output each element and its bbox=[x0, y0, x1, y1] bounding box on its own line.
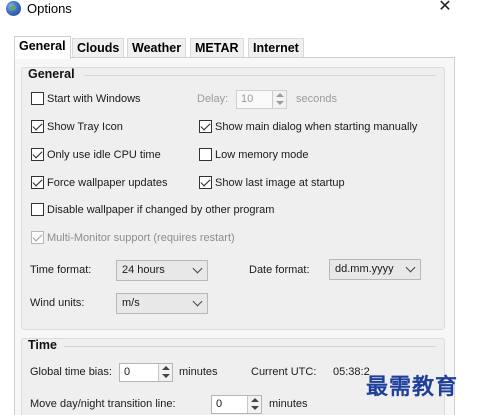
force-wallpaper-checkbox[interactable]: Force wallpaper updates bbox=[31, 176, 167, 189]
tab-clouds[interactable]: Clouds bbox=[72, 38, 125, 58]
time-format-label: Time format: bbox=[30, 264, 92, 276]
time-format-select[interactable]: 24 hours bbox=[116, 260, 208, 281]
spin-down-icon[interactable] bbox=[276, 101, 284, 105]
low-memory-checkbox[interactable]: Low memory mode bbox=[199, 148, 309, 161]
date-format-label: Date format: bbox=[249, 264, 310, 276]
time-bias-value: 0 bbox=[124, 366, 131, 378]
delay-value: 10 bbox=[241, 93, 254, 105]
checkbox-box bbox=[31, 92, 44, 105]
group-divider bbox=[64, 346, 436, 347]
delay-label: Delay: bbox=[197, 93, 229, 105]
checkbox-box bbox=[199, 148, 212, 161]
transition-unit-label: minutes bbox=[269, 398, 308, 410]
checkmark-icon bbox=[31, 148, 44, 161]
spin-up-icon[interactable] bbox=[276, 93, 284, 97]
spin-up-icon[interactable] bbox=[162, 366, 170, 370]
show-main-dialog-label: Show main dialog when starting manually bbox=[215, 120, 418, 133]
start-with-windows-label: Start with Windows bbox=[47, 92, 141, 105]
disable-wallpaper-checkbox[interactable]: Disable wallpaper if changed by other pr… bbox=[31, 203, 274, 216]
date-format-value: dd.mm.yyyy bbox=[335, 263, 394, 275]
delay-stepper[interactable]: 10 bbox=[236, 90, 287, 109]
date-format-select[interactable]: dd.mm.yyyy bbox=[329, 259, 421, 280]
disable-wallpaper-label: Disable wallpaper if changed by other pr… bbox=[47, 203, 275, 216]
globe-icon bbox=[6, 1, 21, 16]
show-main-dialog-checkbox[interactable]: Show main dialog when starting manually bbox=[199, 120, 417, 133]
show-last-image-label: Show last image at startup bbox=[215, 176, 345, 189]
watermark-text: 最需教育 bbox=[366, 374, 459, 400]
delay-unit-label: seconds bbox=[296, 93, 337, 105]
checkmark-icon bbox=[199, 176, 212, 189]
idle-cpu-label: Only use idle CPU time bbox=[47, 148, 161, 161]
show-tray-icon-label: Show Tray Icon bbox=[47, 120, 123, 133]
idle-cpu-checkbox[interactable]: Only use idle CPU time bbox=[31, 148, 161, 161]
checkmark-icon bbox=[199, 120, 212, 133]
checkbox-box bbox=[31, 203, 44, 216]
spin-down-icon[interactable] bbox=[162, 374, 170, 378]
stepper-buttons[interactable] bbox=[247, 396, 261, 413]
show-tray-icon-checkbox[interactable]: Show Tray Icon bbox=[31, 120, 123, 133]
close-icon[interactable]: ✕ bbox=[436, 0, 454, 16]
current-utc-value: 05:38:2 bbox=[333, 366, 370, 378]
low-memory-label: Low memory mode bbox=[215, 148, 309, 161]
general-group-title: General bbox=[28, 67, 75, 81]
time-format-value: 24 hours bbox=[122, 264, 165, 276]
time-bias-label: Global time bias: bbox=[30, 366, 112, 378]
chevron-down-icon bbox=[192, 296, 203, 307]
group-divider bbox=[84, 75, 436, 76]
current-utc-label: Current UTC: bbox=[251, 366, 317, 378]
wind-units-label: Wind units: bbox=[30, 297, 85, 309]
show-last-image-checkbox[interactable]: Show last image at startup bbox=[199, 176, 345, 189]
transition-stepper[interactable]: 0 bbox=[211, 395, 262, 414]
wind-units-value: m/s bbox=[122, 297, 140, 309]
stepper-buttons[interactable] bbox=[272, 91, 286, 108]
tab-internet[interactable]: Internet bbox=[248, 38, 304, 58]
checkmark-icon bbox=[31, 231, 44, 244]
checkmark-icon bbox=[31, 120, 44, 133]
multi-monitor-checkbox[interactable]: Multi-Monitor support (requires restart) bbox=[31, 231, 235, 244]
multi-monitor-label: Multi-Monitor support (requires restart) bbox=[47, 231, 235, 244]
start-with-windows-checkbox[interactable]: Start with Windows bbox=[31, 92, 141, 105]
tab-panel-general: General Start with Windows Delay: 10 sec… bbox=[14, 57, 455, 415]
tab-weather[interactable]: Weather bbox=[127, 38, 187, 58]
window-title: Options bbox=[27, 1, 72, 16]
transition-value: 0 bbox=[216, 398, 223, 410]
time-bias-unit-label: minutes bbox=[179, 366, 218, 378]
time-bias-stepper[interactable]: 0 bbox=[119, 363, 173, 382]
general-group: General Start with Windows Delay: 10 sec… bbox=[21, 67, 445, 330]
spin-up-icon[interactable] bbox=[251, 398, 259, 402]
wind-units-select[interactable]: m/s bbox=[116, 293, 208, 314]
tab-general[interactable]: General bbox=[14, 36, 71, 59]
transition-label: Move day/night transition line: bbox=[30, 398, 176, 410]
title-bar: Options ✕ bbox=[0, 0, 487, 18]
force-wallpaper-label: Force wallpaper updates bbox=[47, 176, 168, 189]
chevron-down-icon bbox=[192, 263, 203, 274]
stepper-buttons[interactable] bbox=[158, 364, 172, 381]
tab-metar[interactable]: METAR bbox=[190, 38, 244, 58]
checkmark-icon bbox=[31, 176, 44, 189]
spin-down-icon[interactable] bbox=[251, 406, 259, 410]
time-group-title: Time bbox=[28, 338, 57, 352]
chevron-down-icon bbox=[405, 262, 416, 273]
